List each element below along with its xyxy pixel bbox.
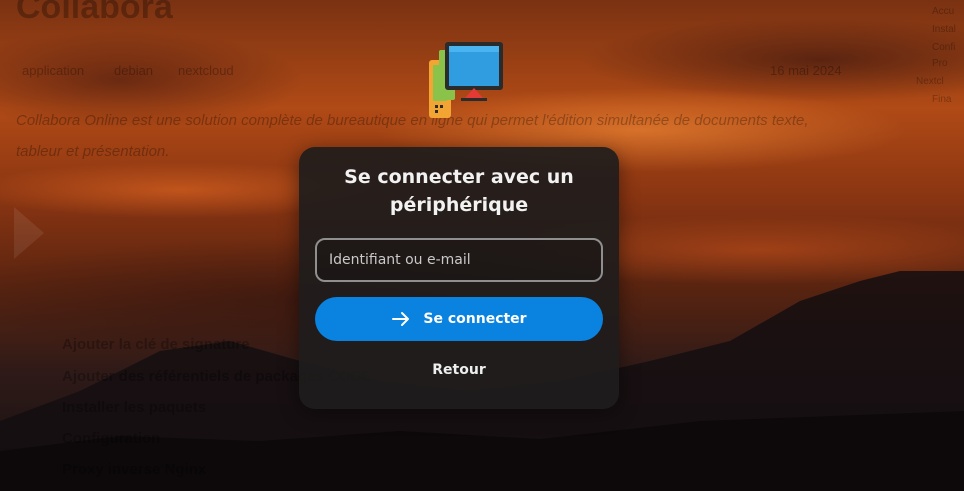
bg-sidebar-item: Accu: [932, 6, 955, 17]
bg-tag: debian: [114, 63, 154, 78]
bg-date: 16 mai 2024: [770, 63, 842, 78]
bg-tag: nextcloud: [178, 63, 234, 78]
bg-sidebar-item: Nextcl: [916, 76, 944, 87]
bg-toc-item: Installer les paquets: [62, 399, 207, 416]
connect-button[interactable]: Se connecter: [315, 297, 603, 341]
bg-sidebar-item: Confi: [932, 42, 956, 53]
login-title: Se connecter avec un périphérique: [344, 166, 574, 216]
bg-toc-item: Proxy inverse Nginx: [62, 461, 207, 478]
bg-toc-item: Configuration: [62, 430, 161, 447]
bg-intro-line: Collabora Online est une solution complè…: [16, 112, 809, 129]
arrow-right-icon: [392, 312, 410, 326]
page: Collabora application debian nextcloud 1…: [0, 0, 964, 491]
bg-page-title: Collabora: [16, 0, 173, 26]
bg-arrow-icon: [14, 207, 44, 259]
bg-sidebar-item: Pro: [932, 58, 948, 69]
bg-toc-item: Ajouter la clé de signature: [62, 336, 250, 353]
device-login-logo-icon: [429, 42, 503, 118]
login-card: Se connecter avec un périphérique Se con…: [299, 147, 619, 409]
connect-button-label: Se connecter: [423, 311, 527, 327]
bg-intro-line: tableur et présentation.: [16, 143, 170, 160]
bg-sidebar-item: Instal: [932, 24, 956, 35]
login-identifier-input[interactable]: [315, 238, 603, 282]
bg-sidebar-item: Fina: [932, 94, 952, 105]
back-button[interactable]: Retour: [409, 357, 509, 383]
bg-tag: application: [22, 63, 85, 78]
